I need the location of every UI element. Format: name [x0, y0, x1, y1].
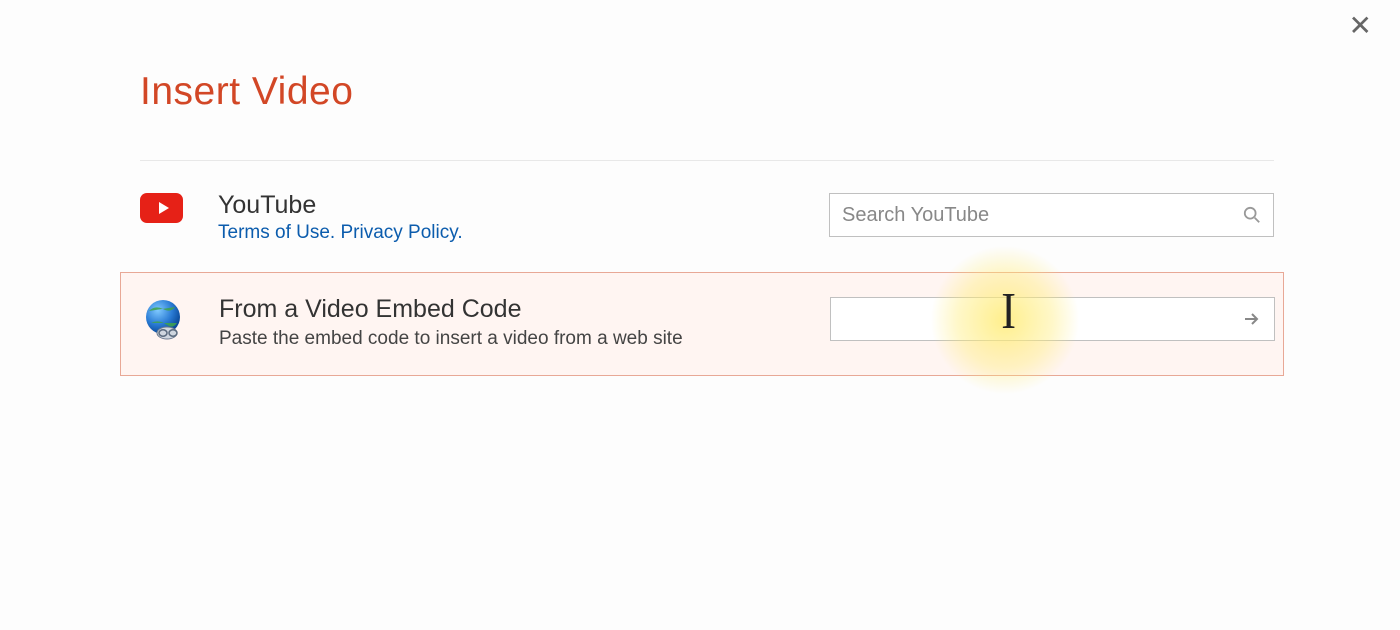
youtube-search-input[interactable]	[842, 204, 1243, 227]
youtube-icon	[140, 193, 183, 223]
privacy-policy-link[interactable]: Privacy Policy.	[340, 222, 462, 243]
close-button[interactable]: ✕	[1349, 12, 1372, 40]
dialog-title: Insert Video	[140, 70, 1274, 161]
embed-icon-wrap	[141, 295, 219, 343]
embed-input-wrap: I	[830, 295, 1275, 341]
youtube-links: Terms of Use. Privacy Policy.	[218, 222, 799, 244]
search-icon[interactable]	[1243, 206, 1261, 224]
youtube-search-wrap	[829, 191, 1274, 237]
terms-of-use-link[interactable]: Terms of Use.	[218, 222, 335, 243]
embed-code-box	[830, 297, 1275, 341]
globe-link-icon	[141, 297, 187, 343]
youtube-icon-wrap	[140, 191, 218, 223]
youtube-text: YouTube Terms of Use. Privacy Policy.	[218, 191, 829, 244]
insert-video-dialog: Insert Video YouTube Terms of Use. Priva…	[0, 0, 1400, 376]
youtube-title: YouTube	[218, 191, 799, 220]
embed-description: Paste the embed code to insert a video f…	[219, 326, 749, 353]
embed-text: From a Video Embed Code Paste the embed …	[219, 295, 830, 353]
embed-code-row[interactable]: From a Video Embed Code Paste the embed …	[120, 272, 1284, 376]
submit-arrow-icon[interactable]	[1242, 309, 1262, 329]
embed-code-input[interactable]	[843, 308, 1242, 331]
youtube-row: YouTube Terms of Use. Privacy Policy.	[140, 161, 1274, 272]
youtube-search-box	[829, 193, 1274, 237]
embed-title: From a Video Embed Code	[219, 295, 800, 324]
